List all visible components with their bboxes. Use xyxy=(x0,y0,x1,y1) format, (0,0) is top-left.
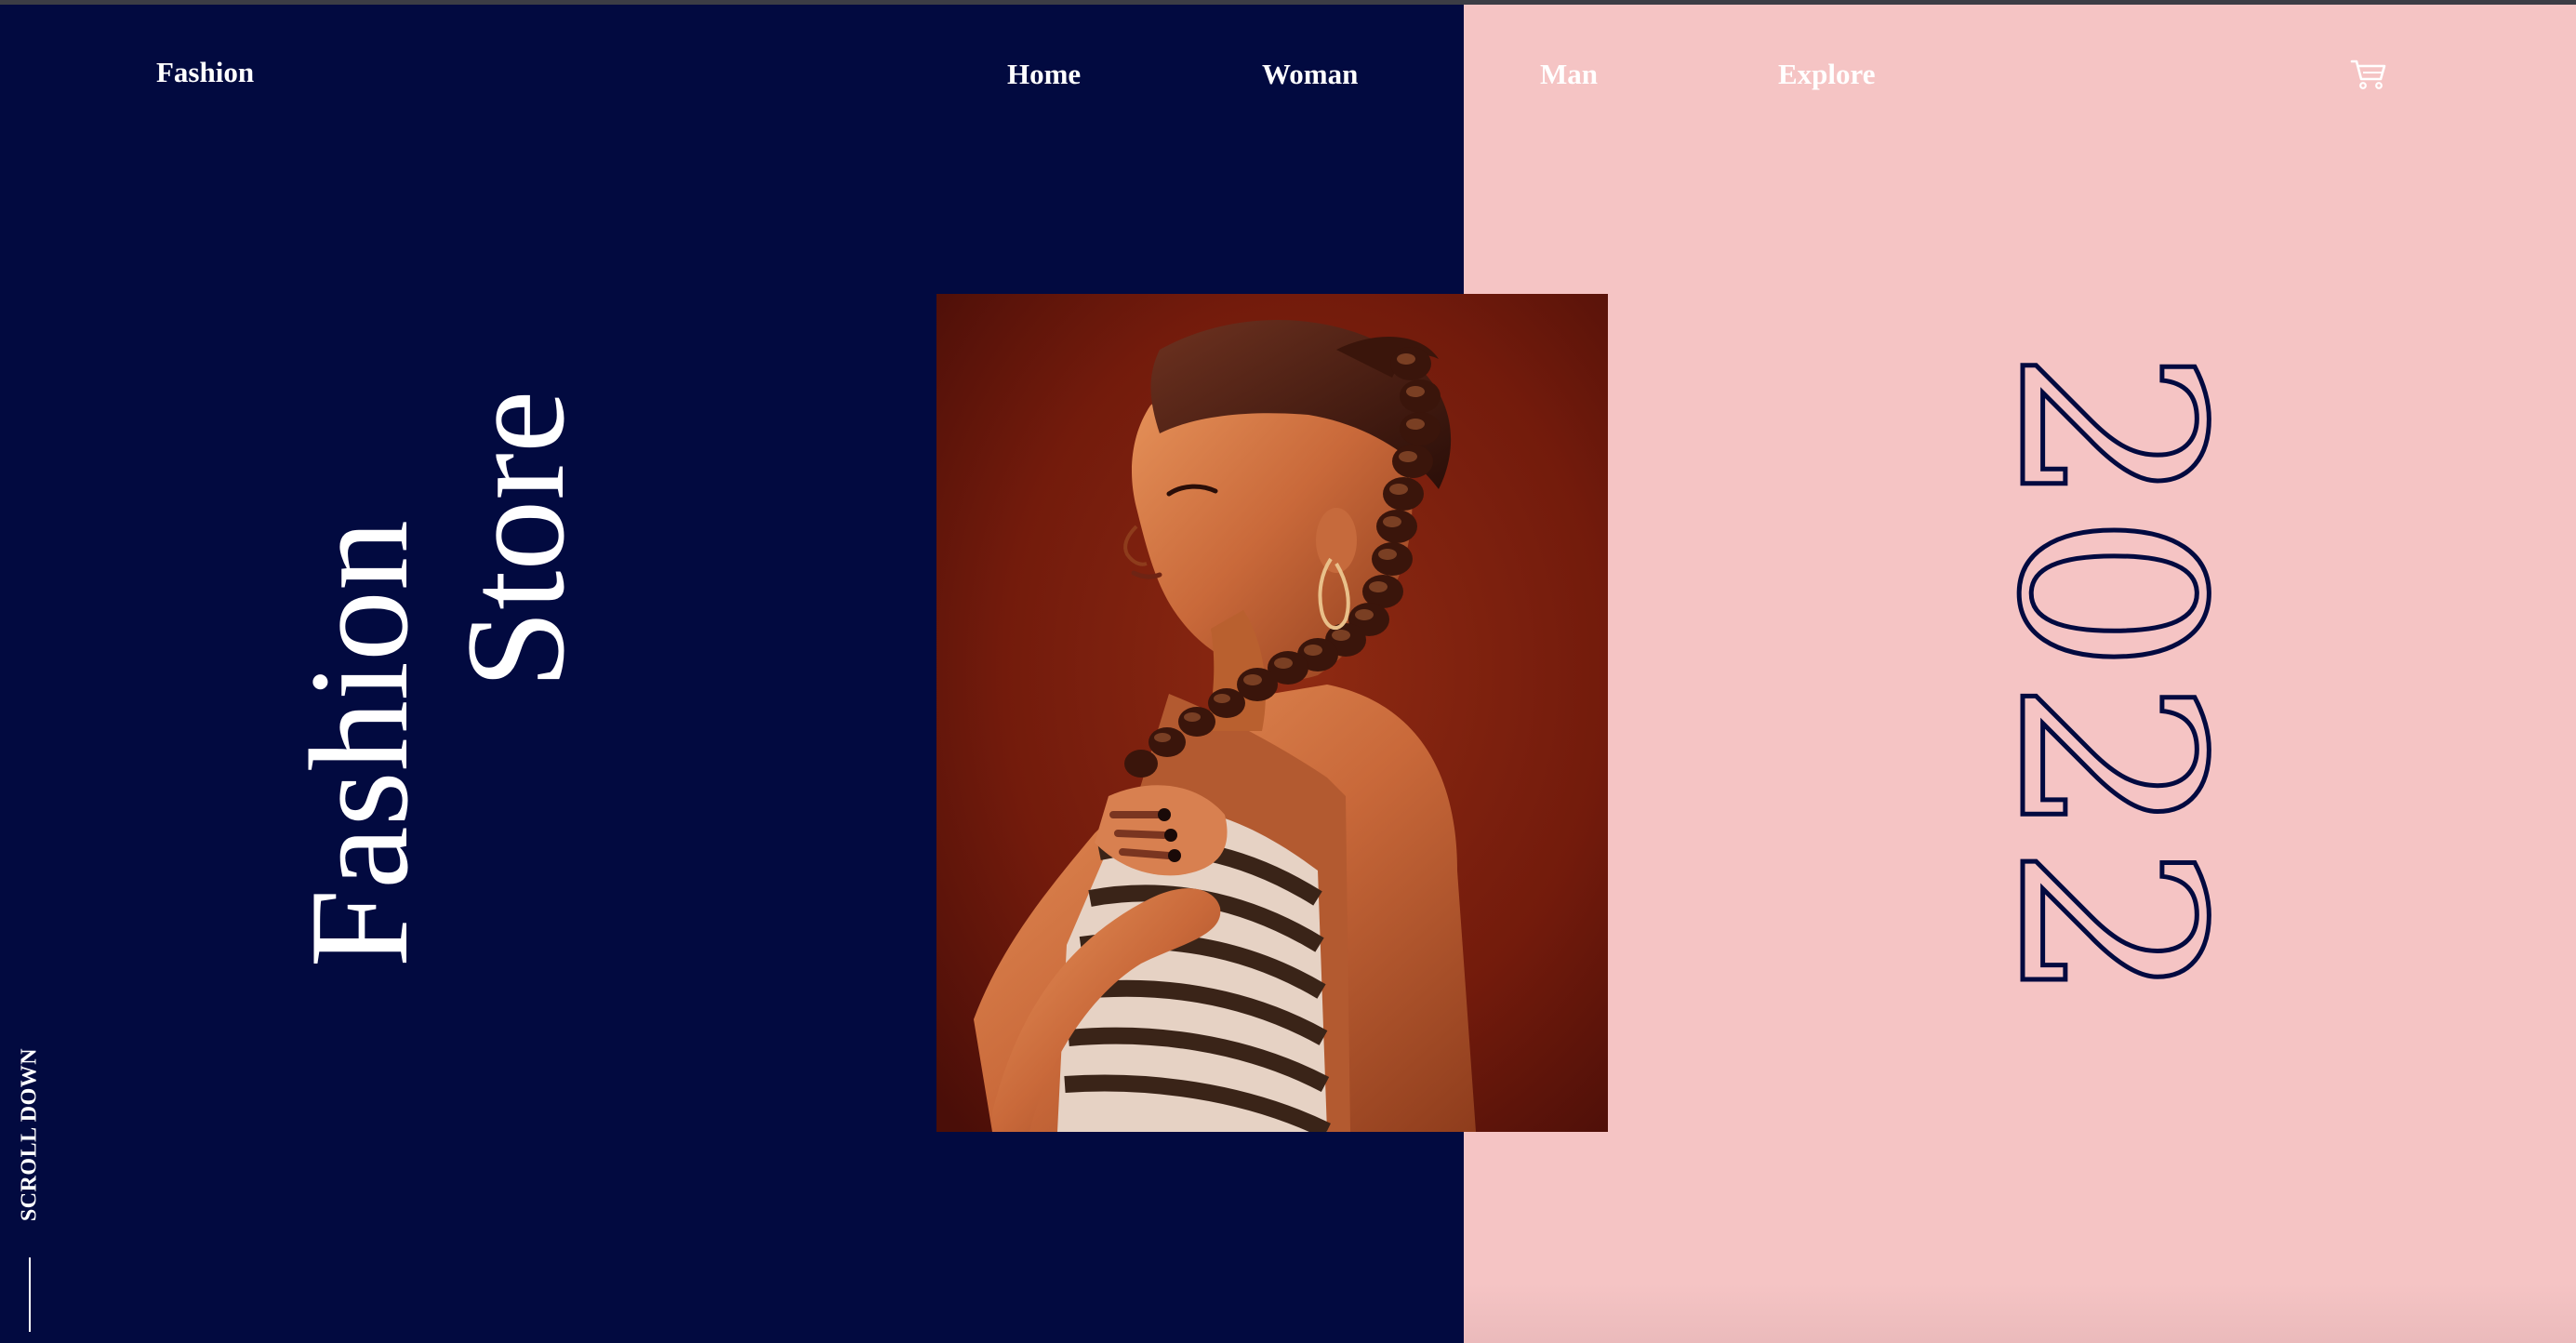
hero-title-line-2: Store xyxy=(437,390,593,689)
hero-model-photo xyxy=(936,294,1608,1132)
year-outline-text: 2022 xyxy=(1961,346,2259,1012)
nav-woman[interactable]: Woman xyxy=(1262,60,1358,88)
right-panel-bottom-shade xyxy=(1464,1283,2576,1343)
nav-home[interactable]: Home xyxy=(1007,60,1081,88)
scroll-down-label[interactable]: SCROLL DOWN xyxy=(18,1048,43,1221)
nav-man[interactable]: Man xyxy=(1540,60,1598,88)
nav-explore[interactable]: Explore xyxy=(1778,60,1876,88)
hero-title: Fashion Store xyxy=(281,391,593,968)
brand-logo[interactable]: Fashion xyxy=(156,58,254,86)
cart-icon[interactable] xyxy=(2349,58,2388,91)
hero-title-line-1: Fashion xyxy=(281,520,437,968)
scroll-down-line xyxy=(29,1257,31,1332)
